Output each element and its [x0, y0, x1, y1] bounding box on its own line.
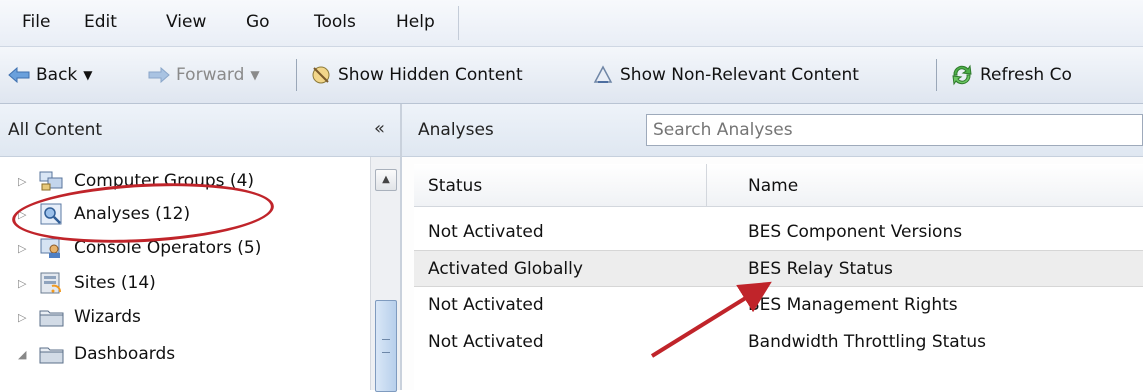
back-button[interactable]: Back ▼ — [8, 61, 93, 89]
table-row[interactable]: Not Activated BES Management Rights — [414, 287, 1143, 324]
menu-separator — [458, 6, 459, 40]
back-arrow-icon — [8, 67, 30, 83]
search-input[interactable] — [646, 114, 1143, 146]
column-header-name[interactable]: Name — [748, 176, 798, 196]
toolbar: Back ▼ Forward ▼ Show Hidden Content Sho… — [0, 47, 1143, 104]
refresh-icon — [952, 64, 972, 86]
expand-icon[interactable]: ▷ — [18, 277, 32, 290]
menu-file[interactable]: File — [22, 12, 50, 32]
forward-dropdown-icon[interactable]: ▼ — [250, 68, 259, 82]
right-pane-header: Analyses — [402, 104, 1143, 157]
expand-icon[interactable]: ◢ — [18, 348, 32, 361]
column-header-status[interactable]: Status — [428, 176, 482, 196]
toolbar-separator — [296, 59, 297, 91]
menu-tools[interactable]: Tools — [314, 12, 356, 32]
collapse-pane-icon[interactable]: « — [374, 118, 385, 139]
left-pane-header: All Content « — [0, 104, 400, 157]
folder-icon — [39, 347, 64, 364]
expand-icon[interactable]: ▷ — [18, 311, 32, 324]
menu-help[interactable]: Help — [396, 12, 435, 32]
grip-icon — [382, 339, 390, 353]
table-row-selected[interactable]: Activated Globally BES Relay Status — [414, 250, 1143, 287]
tree-scrollbar[interactable]: ▲ — [370, 157, 401, 392]
menu-view[interactable]: View — [166, 12, 206, 32]
non-relevant-content-icon — [593, 65, 613, 83]
tree-item-dashboards[interactable]: ◢ Dashboards — [18, 338, 175, 370]
hidden-content-icon — [312, 66, 330, 84]
table-row[interactable]: Not Activated Bandwidth Throttling Statu… — [414, 324, 1143, 361]
back-dropdown-icon[interactable]: ▼ — [83, 68, 92, 82]
computer-groups-icon — [39, 171, 63, 191]
console-window: File Edit View Go Tools Help Back ▼ Forw… — [0, 0, 1143, 392]
expand-icon[interactable]: ▷ — [18, 242, 32, 255]
show-non-relevant-content-button[interactable]: Show Non-Relevant Content — [592, 61, 859, 89]
right-pane-title: Analyses — [418, 120, 494, 140]
analyses-table: Status Name Not Activated BES Component … — [414, 164, 1143, 390]
tree-item-sites[interactable]: ▷ Sites (14) — [18, 267, 156, 299]
expand-icon[interactable]: ▷ — [18, 175, 32, 188]
forward-arrow-icon — [148, 67, 170, 83]
refresh-button[interactable]: Refresh Co — [950, 61, 1072, 89]
menu-bar: File Edit View Go Tools Help — [0, 0, 1143, 47]
console-operators-icon — [40, 238, 60, 258]
left-pane-title: All Content — [8, 120, 103, 140]
column-divider[interactable] — [706, 164, 707, 206]
menu-edit[interactable]: Edit — [84, 12, 117, 32]
table-row[interactable]: Not Activated BES Component Versions — [414, 214, 1143, 251]
show-hidden-content-button[interactable]: Show Hidden Content — [310, 61, 523, 89]
menu-go[interactable]: Go — [246, 12, 270, 32]
scrollbar-thumb[interactable] — [375, 300, 397, 392]
table-header: Status Name — [414, 164, 1143, 207]
forward-button[interactable]: Forward ▼ — [148, 61, 260, 89]
tree-item-wizards[interactable]: ▷ Wizards — [18, 301, 141, 333]
scroll-up-icon[interactable]: ▲ — [375, 169, 397, 191]
toolbar-separator — [936, 59, 937, 91]
sites-icon — [40, 272, 61, 294]
folder-icon — [39, 310, 64, 327]
